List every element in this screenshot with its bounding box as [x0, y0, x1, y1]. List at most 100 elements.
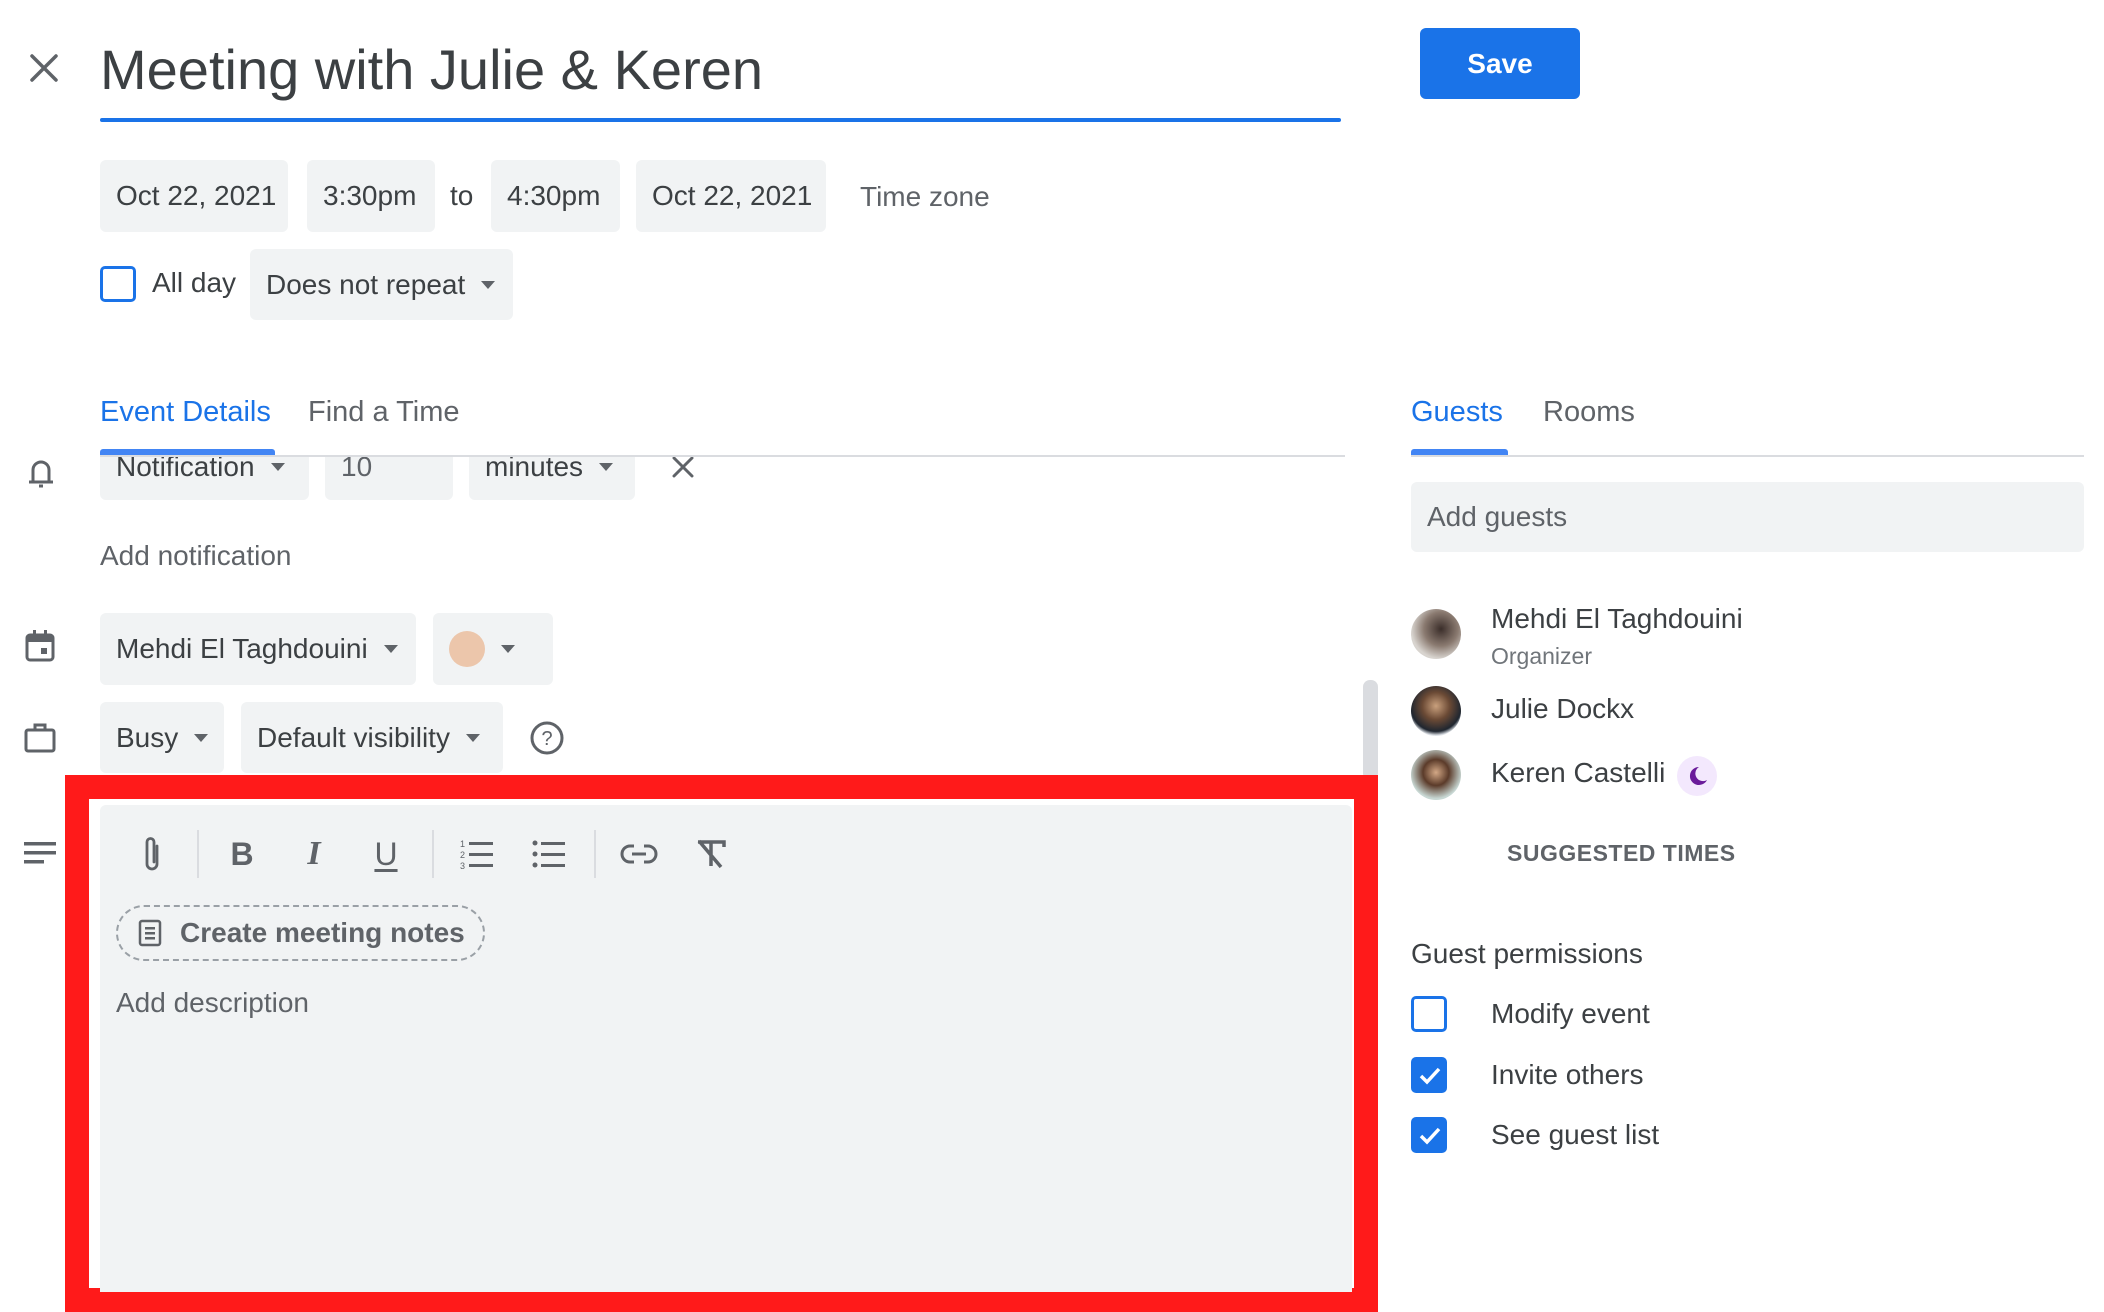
bulleted-list-button[interactable]	[527, 832, 571, 876]
availability-dropdown[interactable]: Busy	[100, 702, 224, 773]
chevron-down-icon	[194, 733, 209, 742]
underline-button[interactable]: U	[364, 832, 408, 876]
remove-formatting-icon	[697, 839, 726, 869]
notification-type-dropdown[interactable]: Notification	[100, 456, 309, 500]
close-button[interactable]	[24, 48, 64, 88]
numbered-list-icon: 123	[460, 839, 493, 871]
svg-text:1: 1	[460, 839, 465, 849]
all-day-checkbox[interactable]	[100, 266, 136, 302]
chevron-down-icon	[383, 645, 398, 653]
bold-button[interactable]: B	[220, 832, 264, 876]
guest-name[interactable]: Julie Dockx	[1491, 693, 1634, 725]
start-time-value: 3:30pm	[323, 180, 417, 211]
see-guest-list-checkbox[interactable]	[1411, 1117, 1447, 1153]
avatar	[1411, 609, 1461, 659]
toolbar-divider	[594, 830, 596, 878]
details-scroll-area[interactable]: Notification 10 minutes Add notification…	[0, 456, 1360, 776]
add-notification-button[interactable]: Add notification	[100, 540, 291, 572]
calendar-icon	[22, 628, 58, 664]
modify-event-checkbox[interactable]	[1411, 996, 1447, 1032]
invite-others-label: Invite others	[1491, 1059, 1644, 1090]
event-color-swatch	[449, 631, 485, 667]
suggested-times-button[interactable]: SUGGESTED TIMES	[1507, 840, 1736, 867]
bulleted-list-icon	[532, 840, 565, 868]
attach-button[interactable]	[130, 832, 174, 876]
help-icon: ?	[530, 721, 564, 755]
close-icon	[672, 456, 694, 478]
chevron-down-icon	[270, 463, 285, 471]
visibility-help-button[interactable]: ?	[529, 720, 565, 756]
insert-link-button[interactable]	[617, 832, 661, 876]
end-time-value: 4:30pm	[507, 180, 601, 211]
remove-notification-button[interactable]	[666, 456, 700, 484]
svg-text:?: ?	[541, 728, 552, 750]
toolbar-divider	[197, 830, 199, 878]
underline-icon: U	[374, 835, 398, 872]
end-date-value: Oct 22, 2021	[652, 180, 813, 211]
italic-button[interactable]: I	[292, 832, 336, 876]
visibility-value: Default visibility	[257, 721, 450, 753]
description-icon	[22, 838, 58, 868]
add-guests-input[interactable]: Add guests	[1411, 482, 2084, 552]
tab-guests[interactable]: Guests	[1411, 396, 1503, 429]
checkmark-icon	[1419, 1127, 1441, 1145]
to-label: to	[450, 180, 474, 211]
create-meeting-notes-button[interactable]: Create meeting notes	[116, 905, 485, 961]
italic-icon: I	[307, 835, 321, 872]
start-date-value: Oct 22, 2021	[116, 180, 277, 211]
calendar-owner-dropdown[interactable]: Mehdi El Taghdouini	[100, 613, 416, 685]
modify-event-label: Modify event	[1491, 998, 1650, 1029]
avatar	[1411, 686, 1461, 736]
time-zone-button[interactable]: Time zone	[860, 181, 990, 213]
chevron-down-icon	[501, 645, 515, 653]
event-color-dropdown[interactable]	[433, 613, 553, 685]
tab-event-details[interactable]: Event Details	[100, 396, 271, 429]
add-guests-placeholder: Add guests	[1427, 501, 1568, 532]
guest-name[interactable]: Mehdi El Taghdouini	[1491, 603, 1743, 635]
notification-type-value: Notification	[116, 456, 255, 482]
svg-text:3: 3	[460, 861, 465, 871]
start-time-picker[interactable]: 3:30pm	[307, 160, 435, 232]
tab-find-a-time[interactable]: Find a Time	[308, 396, 460, 429]
remove-formatting-button[interactable]	[689, 832, 733, 876]
tab-active-indicator	[100, 449, 275, 455]
repeat-value: Does not repeat	[266, 268, 466, 300]
event-title-input[interactable]: Meeting with Julie & Keren	[100, 30, 1341, 122]
chevron-down-icon	[481, 280, 496, 289]
document-icon	[138, 919, 162, 947]
checkmark-icon	[1419, 1067, 1441, 1085]
attachment-icon	[145, 837, 159, 871]
visibility-dropdown[interactable]: Default visibility	[241, 702, 503, 773]
save-button[interactable]: Save	[1420, 28, 1580, 99]
link-icon	[620, 844, 658, 864]
guests-tab-divider	[1411, 455, 2084, 457]
title-underline	[100, 118, 1341, 122]
moon-icon	[1677, 756, 1717, 796]
end-date-picker[interactable]: Oct 22, 2021	[636, 160, 826, 232]
details-scrollbar[interactable]	[1363, 680, 1378, 780]
toolbar-divider	[432, 830, 434, 878]
numbered-list-button[interactable]: 123	[455, 832, 499, 876]
calendar-owner-value: Mehdi El Taghdouini	[116, 633, 368, 664]
availability-value: Busy	[116, 721, 179, 753]
invite-others-checkbox[interactable]	[1411, 1057, 1447, 1093]
start-date-picker[interactable]: Oct 22, 2021	[100, 160, 288, 232]
bold-icon: B	[230, 835, 254, 872]
briefcase-icon	[22, 720, 58, 756]
save-button-label: Save	[1467, 47, 1533, 79]
description-placeholder[interactable]: Add description	[116, 987, 309, 1019]
notification-amount-input[interactable]: 10	[325, 456, 453, 500]
all-day-label: All day	[152, 267, 237, 298]
close-icon	[30, 54, 58, 82]
description-editor[interactable]	[100, 805, 1352, 1292]
tab-rooms[interactable]: Rooms	[1543, 396, 1635, 429]
repeat-dropdown[interactable]: Does not repeat	[250, 249, 513, 320]
guest-name[interactable]: Keren Castelli	[1491, 757, 1665, 789]
guests-tab-indicator	[1411, 449, 1508, 455]
chevron-down-icon	[599, 463, 614, 471]
end-time-picker[interactable]: 4:30pm	[491, 160, 620, 232]
notification-unit-dropdown[interactable]: minutes	[469, 456, 635, 500]
notification-unit-value: minutes	[485, 456, 584, 482]
avatar	[1411, 750, 1461, 800]
guest-role: Organizer	[1491, 643, 1592, 669]
